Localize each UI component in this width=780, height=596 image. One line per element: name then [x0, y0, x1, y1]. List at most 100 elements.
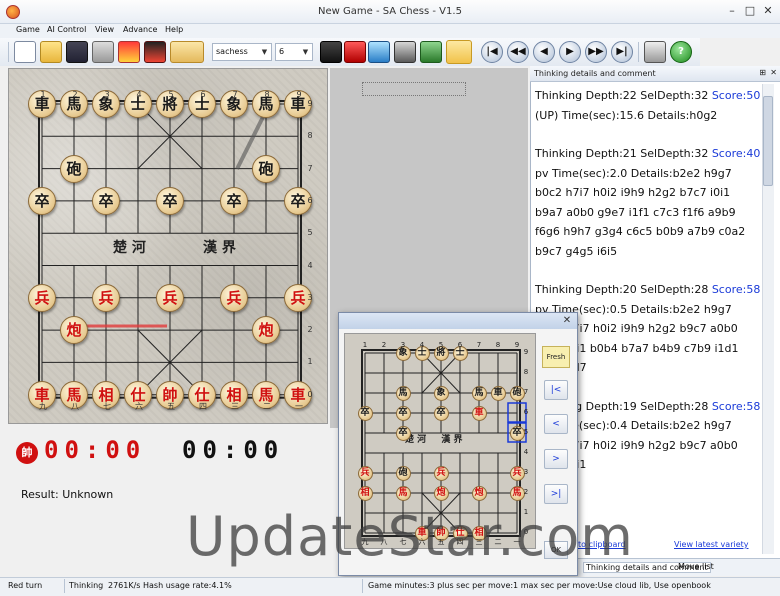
thinking-panel-title: Thinking details and comment: [534, 69, 656, 78]
black-piece[interactable]: 砲: [252, 154, 280, 183]
window-title: New Game - SA Chess - V1.5: [318, 6, 462, 17]
engine-select[interactable]: sachess ▼: [212, 43, 272, 61]
level-select[interactable]: 6 ▼: [275, 43, 313, 61]
file-number: 九: [39, 401, 47, 411]
toolbar-separator: [638, 42, 639, 62]
engine-select-value: sachess: [216, 47, 248, 56]
file-number: 7: [476, 341, 482, 349]
black-piece[interactable]: 卒: [395, 405, 411, 421]
rank-number: 1: [307, 357, 313, 367]
engine-settings-icon[interactable]: [320, 41, 342, 63]
help-icon[interactable]: ?: [670, 41, 692, 63]
file-number: 9: [296, 90, 302, 99]
thinking-details-text: (UP) Time(sec):15.6 Details:h0g2: [535, 108, 718, 122]
forward-fast-button[interactable]: ▶▶: [585, 41, 607, 63]
pin-icon[interactable]: ⊞: [759, 68, 766, 77]
swap-sides-icon[interactable]: [144, 41, 166, 63]
maximize-button[interactable]: □: [742, 4, 758, 18]
tools-icon[interactable]: [644, 41, 666, 63]
black-piece[interactable]: 卒: [220, 186, 248, 215]
chevron-down-icon[interactable]: ▼: [300, 45, 311, 59]
back-button[interactable]: ◀: [533, 41, 555, 63]
black-piece[interactable]: 卒: [156, 186, 184, 215]
open-folder-icon[interactable]: [40, 41, 62, 63]
rank-number: 7: [307, 163, 313, 173]
close-button[interactable]: ✕: [760, 4, 776, 18]
river-label-left: 楚 河: [113, 240, 146, 256]
file-number: 8: [264, 90, 270, 99]
variation-next-button[interactable]: >: [544, 449, 568, 469]
black-piece[interactable]: 象: [433, 385, 449, 401]
download-icon[interactable]: [420, 41, 442, 63]
red-piece[interactable]: 馬: [395, 485, 411, 501]
red-piece[interactable]: 兵: [220, 283, 248, 312]
save-icon[interactable]: [66, 41, 88, 63]
red-piece[interactable]: 兵: [28, 283, 56, 312]
popup-title-bar[interactable]: [339, 313, 577, 329]
red-piece[interactable]: 兵: [92, 283, 120, 312]
score-value: Score:58: [711, 399, 761, 413]
thinking-details-text: pv Time(sec):2.0 Details:b2e2 h9g7 b0c2 …: [535, 166, 746, 258]
variation-first-button[interactable]: |<: [544, 380, 568, 400]
rank-number: 2: [307, 325, 313, 335]
variation-last-button[interactable]: >|: [544, 484, 568, 504]
red-piece[interactable]: 炮: [433, 485, 449, 501]
red-piece[interactable]: 炮: [471, 485, 487, 501]
black-piece[interactable]: 卒: [433, 405, 449, 421]
last-move-button[interactable]: ▶|: [611, 41, 633, 63]
search-icon[interactable]: [446, 40, 472, 64]
back-fast-button[interactable]: ◀◀: [507, 41, 529, 63]
red-piece[interactable]: 相: [357, 485, 373, 501]
forward-button[interactable]: ▶: [559, 41, 581, 63]
menu-game[interactable]: Game: [16, 25, 40, 34]
red-piece[interactable]: 兵: [433, 465, 449, 481]
red-piece[interactable]: 車: [471, 405, 487, 421]
fresh-button[interactable]: Fresh: [542, 346, 570, 368]
status-engine: Thinking: [69, 581, 104, 590]
menu-view[interactable]: View: [95, 25, 114, 34]
file-number: 一: [295, 401, 303, 411]
red-clock: 00:00: [44, 436, 147, 464]
thinking-panel-header: Thinking details and comment ⊞ ✕: [530, 66, 780, 82]
black-piece[interactable]: 車: [490, 385, 506, 401]
new-game-icon[interactable]: [14, 41, 36, 63]
black-piece[interactable]: 卒: [395, 425, 411, 441]
watermark: UpdateStar.com: [186, 505, 634, 568]
black-piece[interactable]: 砲: [60, 154, 88, 183]
black-piece[interactable]: 卒: [28, 186, 56, 215]
red-piece[interactable]: 兵: [357, 465, 373, 481]
chess-board[interactable]: 楚 河 漢 界 車馬象士將士象馬車砲砲卒卒卒卒卒兵兵兵兵兵炮炮車馬相仕帥仕相馬車…: [8, 68, 328, 424]
minimize-button[interactable]: –: [724, 4, 740, 18]
file-number: 3: [104, 90, 110, 99]
stop-icon[interactable]: [344, 41, 366, 63]
file-number: 4: [136, 90, 142, 99]
chevron-down-icon[interactable]: ▼: [259, 45, 270, 59]
close-icon[interactable]: ✕: [560, 314, 574, 328]
menu-ai-control[interactable]: AI Control: [47, 25, 86, 34]
black-piece[interactable]: 卒: [357, 405, 373, 421]
menu-help[interactable]: Help: [165, 25, 183, 34]
close-icon[interactable]: ✕: [770, 68, 777, 77]
first-move-button[interactable]: |◀: [481, 41, 503, 63]
black-piece[interactable]: 馬: [395, 385, 411, 401]
rank-number: 4: [523, 448, 529, 456]
tab-move-list[interactable]: Move list: [678, 562, 714, 571]
menu-advance[interactable]: Advance: [123, 25, 157, 34]
file-number: 7: [232, 90, 238, 99]
rank-number: 6: [523, 408, 529, 416]
view-latest-variety-link[interactable]: View latest variety: [674, 540, 749, 549]
computer-icon[interactable]: [368, 41, 390, 63]
black-piece[interactable]: 卒: [92, 186, 120, 215]
red-piece[interactable]: 炮: [60, 316, 88, 345]
black-piece[interactable]: 砲: [395, 465, 411, 481]
scrollbar-thumb[interactable]: [763, 96, 773, 186]
book-icon[interactable]: [170, 41, 204, 63]
swords-icon[interactable]: [394, 41, 416, 63]
black-piece[interactable]: 馬: [471, 385, 487, 401]
variation-prev-button[interactable]: <: [544, 414, 568, 434]
flip-board-icon[interactable]: [118, 41, 140, 63]
red-piece[interactable]: 兵: [156, 283, 184, 312]
print-icon[interactable]: [92, 41, 114, 63]
red-piece[interactable]: 炮: [252, 316, 280, 345]
toolbar-grip: [8, 42, 9, 62]
